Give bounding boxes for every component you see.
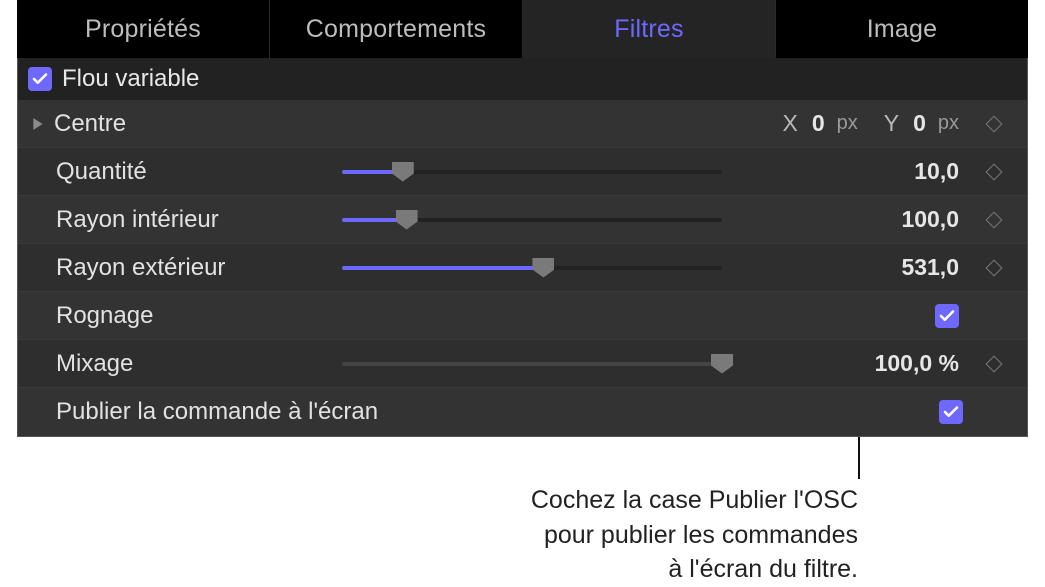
mixage-slider[interactable] [342,362,722,366]
rayon-ext-value[interactable]: 531,0 [901,254,959,281]
keyframe-icon[interactable] [986,355,1003,372]
tab-properties[interactable]: Propriétés [17,0,270,58]
mixage-label: Mixage [56,350,133,378]
quantite-value[interactable]: 10,0 [914,158,959,185]
centre-y-value[interactable]: 0 [913,110,926,137]
filter-enable-checkbox[interactable] [28,67,52,91]
callout-line [858,437,860,479]
publier-osc-checkbox[interactable] [939,400,963,424]
param-row-rayon-interieur: Rayon intérieur 100,0 [18,196,1027,244]
rayon-ext-slider[interactable] [342,266,722,270]
param-row-quantite: Quantité 10,0 [18,148,1027,196]
rognage-checkbox[interactable] [935,304,959,328]
quantite-slider[interactable] [342,170,722,174]
rognage-label: Rognage [56,302,153,330]
param-row-mixage: Mixage 100,0 % [18,340,1027,388]
param-row-rognage: Rognage [18,292,1027,340]
centre-y-label: Y [884,110,899,137]
callout-text: Cochez la case Publier l'OSC pour publie… [438,483,858,587]
inspector-tabs: Propriétés Comportements Filtres Image [17,0,1028,58]
centre-value-group: X 0 px Y 0 px [732,110,971,137]
centre-x-label: X [782,110,797,137]
param-row-rayon-exterieur: Rayon extérieur 531,0 [18,244,1027,292]
centre-label: Centre [54,110,126,138]
rayon-int-value[interactable]: 100,0 [901,206,959,233]
rayon-ext-label: Rayon extérieur [56,254,225,282]
param-row-publier: Publier la commande à l'écran [18,388,1027,436]
rayon-int-label: Rayon intérieur [56,206,219,234]
mixage-value[interactable]: 100,0 % [875,350,959,377]
publier-label: Publier la commande à l'écran [56,398,378,426]
disclosure-triangle-icon[interactable] [32,117,46,131]
tab-image[interactable]: Image [776,0,1028,58]
tab-behaviors[interactable]: Comportements [270,0,523,58]
keyframe-icon[interactable] [986,259,1003,276]
centre-x-unit: px [837,112,858,135]
centre-x-value[interactable]: 0 [812,110,825,137]
param-row-centre: Centre X 0 px Y 0 px [18,100,1027,148]
keyframe-icon[interactable] [986,115,1003,132]
filter-section-header: Flou variable [18,58,1027,100]
centre-y-unit: px [938,112,959,135]
keyframe-icon[interactable] [986,163,1003,180]
tab-filters[interactable]: Filtres [523,0,776,58]
rayon-int-slider[interactable] [342,218,722,222]
filter-title: Flou variable [62,65,199,93]
quantite-label: Quantité [56,158,147,186]
centre-label-group: Centre [32,110,342,138]
keyframe-icon[interactable] [986,211,1003,228]
